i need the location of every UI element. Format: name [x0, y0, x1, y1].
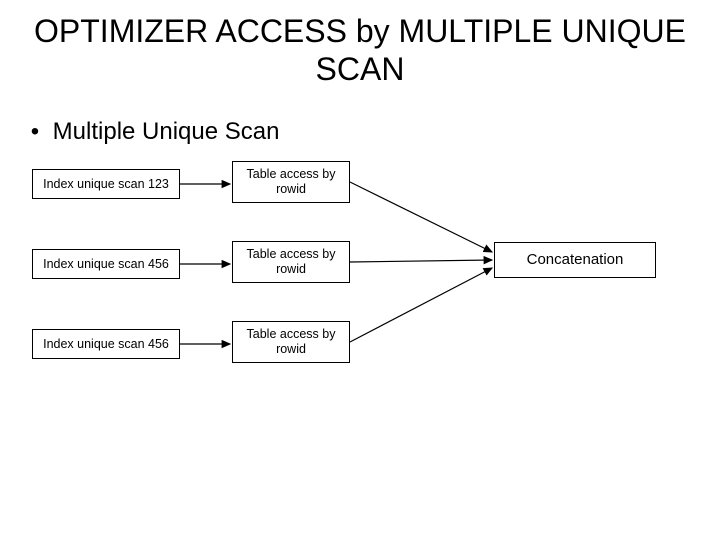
- box-concatenation: Concatenation: [494, 242, 656, 278]
- box-table-access-2: Table access by rowid: [232, 241, 350, 283]
- bullet-dot-icon: •: [24, 118, 46, 146]
- box-table-access-3: Table access by rowid: [232, 321, 350, 363]
- box-table-access-1: Table access by rowid: [232, 161, 350, 203]
- slide-title: OPTIMIZER ACCESS by MULTIPLE UNIQUE SCAN: [0, 12, 720, 89]
- bullet-text: Multiple Unique Scan: [53, 118, 280, 145]
- box-index-scan-1: Index unique scan 123: [32, 169, 180, 199]
- box-index-scan-2: Index unique scan 456: [32, 249, 180, 279]
- arrow-icon: [350, 260, 492, 262]
- arrow-icon: [350, 182, 492, 252]
- box-index-scan-3: Index unique scan 456: [32, 329, 180, 359]
- arrow-icon: [350, 268, 492, 342]
- bullet-item: • Multiple Unique Scan: [24, 118, 279, 146]
